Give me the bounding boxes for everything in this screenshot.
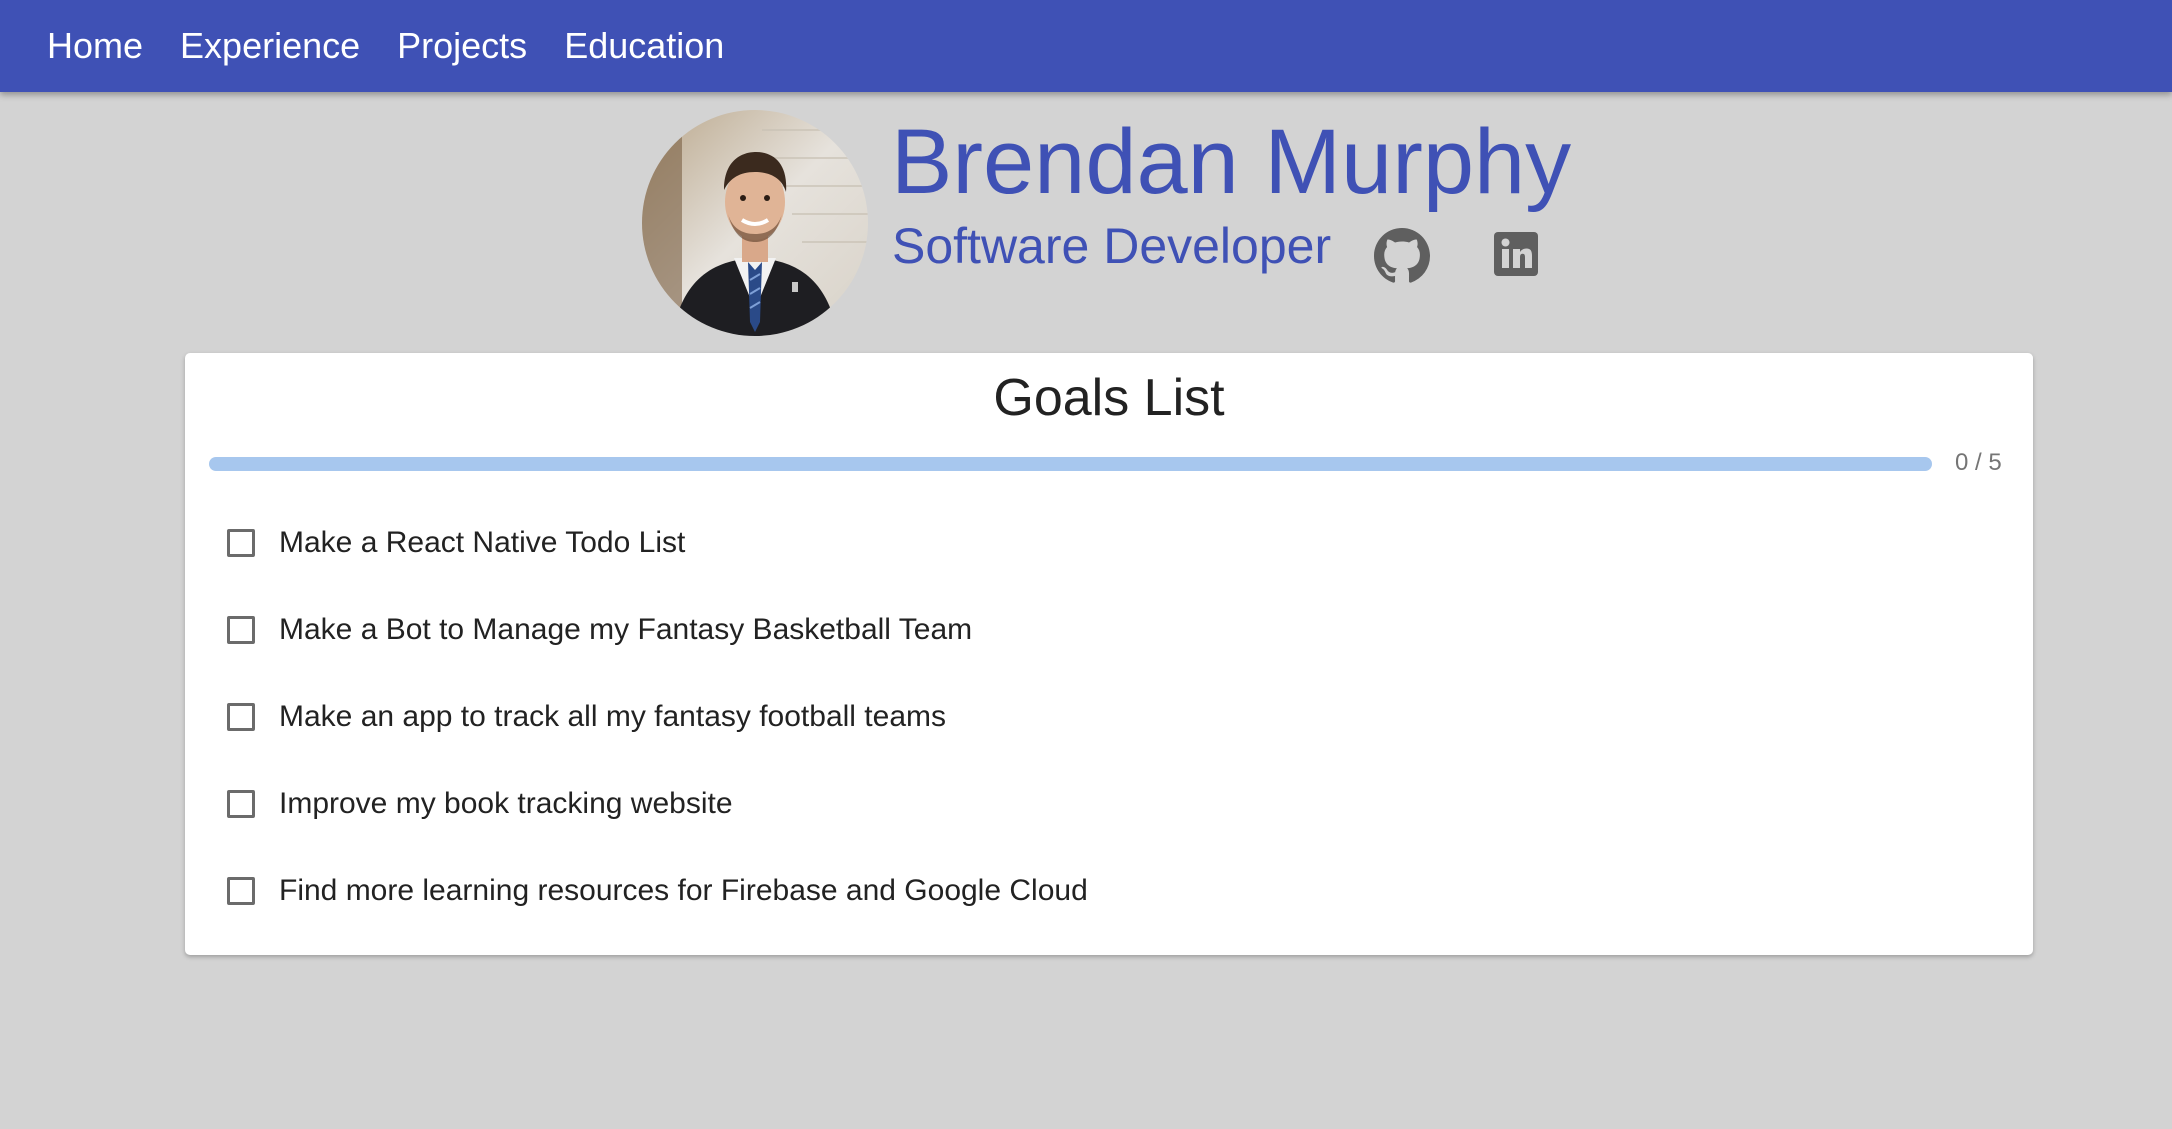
nav-home-link[interactable]: Home <box>47 28 143 64</box>
goals-title: Goals List <box>993 369 1225 427</box>
profile-name: Brendan Murphy <box>891 111 1572 213</box>
goal-item[interactable]: Make a Bot to Manage my Fantasy Basketba… <box>185 586 2033 673</box>
profile-role: Software Developer <box>892 218 1332 274</box>
goal-item[interactable]: Make an app to track all my fantasy foot… <box>185 673 2033 760</box>
goal-item[interactable]: Find more learning resources for Firebas… <box>185 847 2033 934</box>
goal-checkbox[interactable] <box>227 789 255 818</box>
goal-label: Make a Bot to Manage my Fantasy Basketba… <box>279 612 973 646</box>
nav-education-link[interactable]: Education <box>564 28 724 64</box>
goal-label: Make a React Native Todo List <box>279 525 686 559</box>
goal-checkbox[interactable] <box>227 615 255 644</box>
avatar-photo <box>642 110 868 336</box>
nav-experience-link[interactable]: Experience <box>180 28 360 64</box>
goals-card: Goals List 0 / 5 Make a React Native Tod… <box>185 353 2033 955</box>
goal-item[interactable]: Improve my book tracking website <box>185 760 2033 847</box>
goal-checkbox[interactable] <box>227 702 255 731</box>
linkedin-icon[interactable] <box>1494 232 1538 276</box>
github-icon[interactable] <box>1374 228 1430 284</box>
avatar <box>642 110 868 336</box>
top-nav-bar: Home Experience Projects Education <box>0 0 2172 92</box>
goal-checkbox[interactable] <box>227 528 255 557</box>
goals-progress-label: 0 / 5 <box>1955 449 2002 476</box>
goals-progress-bar <box>209 457 1932 471</box>
profile-header: Brendan Murphy Software Developer <box>0 92 2172 352</box>
nav-projects-link[interactable]: Projects <box>397 28 527 64</box>
goal-item[interactable]: Make a React Native Todo List <box>185 499 2033 586</box>
goal-label: Make an app to track all my fantasy foot… <box>279 699 946 733</box>
goal-label: Improve my book tracking website <box>279 786 733 820</box>
goal-label: Find more learning resources for Firebas… <box>279 873 1088 907</box>
goal-checkbox[interactable] <box>227 876 255 905</box>
